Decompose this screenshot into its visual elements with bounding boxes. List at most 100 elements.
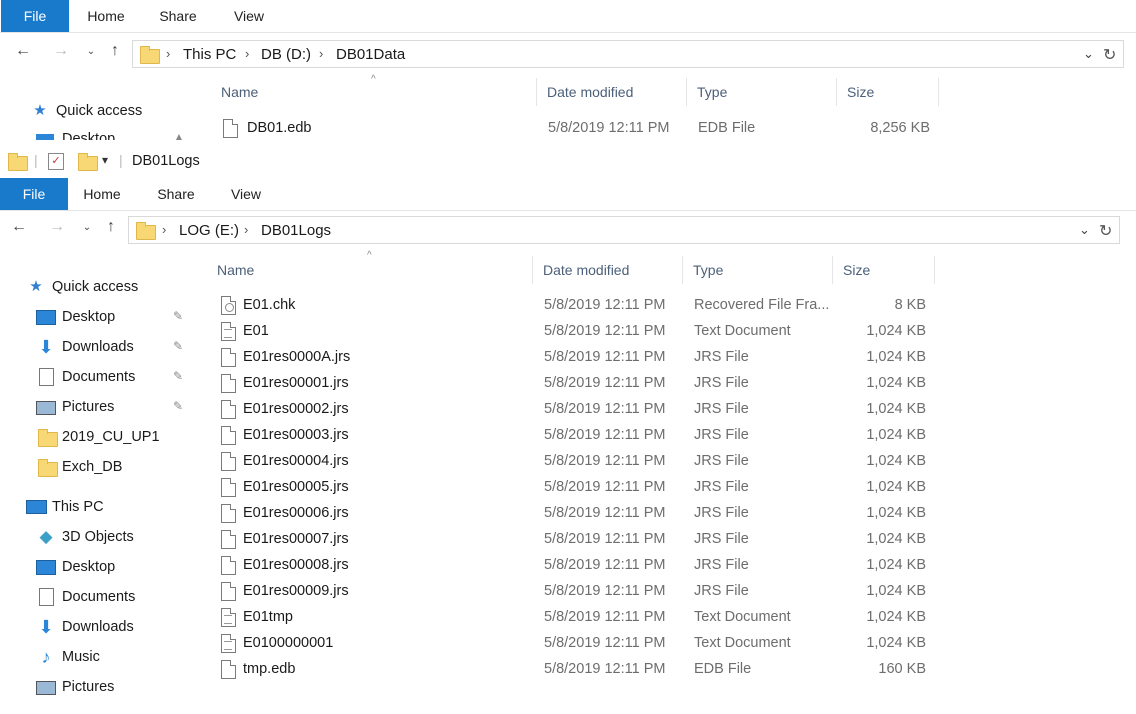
recent-locations-chevron-icon[interactable]: ⌄ bbox=[80, 46, 102, 57]
tab-view[interactable]: View bbox=[222, 0, 276, 32]
nav-downloads[interactable]: ⬇ Downloads ✎ bbox=[0, 334, 195, 362]
customize-toolbar-icon[interactable]: ▾ bbox=[102, 153, 108, 167]
desktop-icon bbox=[36, 308, 56, 326]
music-note-icon: ♪ bbox=[41, 647, 51, 667]
file-row[interactable]: E01res00006.jrs 5/8/2019 12:11 PM JRS Fi… bbox=[217, 501, 937, 527]
address-box[interactable]: › LOG (E:) › DB01Logs ⌄ ↻ bbox=[128, 216, 1120, 244]
column-header-type[interactable]: Type bbox=[689, 78, 837, 106]
forward-arrow-icon[interactable]: → bbox=[46, 218, 68, 236]
tab-share[interactable]: Share bbox=[148, 178, 204, 210]
column-header-size[interactable]: Size bbox=[835, 256, 935, 284]
nav-folder-2019-cu-up1[interactable]: 2019_CU_UP1 bbox=[0, 424, 195, 452]
nav-pictures[interactable]: Pictures ✎ bbox=[0, 394, 195, 422]
file-row[interactable]: E01tmp 5/8/2019 12:11 PM Text Document 1… bbox=[217, 605, 937, 631]
column-header-date[interactable]: Date modified bbox=[539, 78, 687, 106]
nav-pictures-this-pc[interactable]: Pictures bbox=[0, 674, 195, 702]
tab-home[interactable]: Home bbox=[74, 178, 130, 210]
nav-desktop[interactable]: Desktop ✎ bbox=[0, 304, 195, 332]
nav-label: Pictures bbox=[62, 399, 115, 415]
breadcrumb-folder[interactable]: DB01Data bbox=[336, 46, 405, 63]
refresh-icon[interactable]: ↻ bbox=[1103, 45, 1116, 65]
tab-share[interactable]: Share bbox=[150, 0, 206, 32]
breadcrumb-this-pc[interactable]: This PC bbox=[183, 46, 236, 63]
file-row[interactable]: tmp.edb 5/8/2019 12:11 PM EDB File 160 K… bbox=[217, 657, 937, 683]
column-header-size[interactable]: Size bbox=[839, 78, 939, 106]
file-row[interactable]: E01.chk 5/8/2019 12:11 PM Recovered File… bbox=[217, 293, 937, 319]
file-type: EDB File bbox=[694, 661, 752, 677]
desktop-icon bbox=[36, 130, 56, 140]
forward-arrow-icon[interactable]: → bbox=[50, 42, 72, 60]
nav-label: Desktop bbox=[62, 559, 116, 575]
nav-desktop-this-pc[interactable]: Desktop bbox=[0, 554, 195, 582]
file-row[interactable]: E01res00008.jrs 5/8/2019 12:11 PM JRS Fi… bbox=[217, 553, 937, 579]
nav-documents[interactable]: Documents ✎ bbox=[0, 364, 195, 392]
file-row[interactable]: E01res00003.jrs 5/8/2019 12:11 PM JRS Fi… bbox=[217, 423, 937, 449]
breadcrumb-separator-icon[interactable]: › bbox=[319, 46, 323, 61]
address-box[interactable]: › This PC › DB (D:) › DB01Data ⌄ ↻ bbox=[132, 40, 1124, 68]
file-date: 5/8/2019 12:11 PM bbox=[544, 297, 666, 313]
breadcrumb-drive[interactable]: DB (D:) bbox=[261, 46, 311, 63]
file-row[interactable]: DB01.edb 5/8/2019 12:11 PM EDB File 8,25… bbox=[217, 116, 937, 142]
file-row[interactable]: E01res00004.jrs 5/8/2019 12:11 PM JRS Fi… bbox=[217, 449, 937, 475]
sort-ascending-icon: ^ bbox=[371, 74, 376, 85]
breadcrumb-separator-icon[interactable]: › bbox=[244, 222, 248, 237]
file-name: E01res00005.jrs bbox=[243, 479, 349, 495]
nav-label: Downloads bbox=[62, 619, 134, 635]
nav-documents-this-pc[interactable]: Documents bbox=[0, 584, 195, 612]
breadcrumb-separator-icon[interactable]: › bbox=[245, 46, 249, 61]
back-arrow-icon[interactable]: ← bbox=[8, 218, 30, 236]
breadcrumb-drive[interactable]: LOG (E:) bbox=[179, 222, 239, 239]
file-size: 8 KB bbox=[894, 297, 926, 313]
ribbon-tabs: File Home Share View bbox=[0, 178, 1136, 211]
column-header-type[interactable]: Type bbox=[685, 256, 833, 284]
nav-this-pc[interactable]: This PC bbox=[0, 494, 195, 522]
file-row[interactable]: E01res00005.jrs 5/8/2019 12:11 PM JRS Fi… bbox=[217, 475, 937, 501]
breadcrumb-folder[interactable]: DB01Logs bbox=[261, 222, 331, 239]
up-arrow-icon[interactable]: ↑ bbox=[104, 42, 126, 60]
file-row[interactable]: E01res00001.jrs 5/8/2019 12:11 PM JRS Fi… bbox=[217, 371, 937, 397]
nav-folder-exch-db[interactable]: Exch_DB bbox=[0, 454, 195, 482]
file-icon bbox=[221, 374, 236, 393]
tab-file[interactable]: File bbox=[1, 0, 69, 32]
nav-label: Quick access bbox=[56, 103, 143, 119]
file-date: 5/8/2019 12:11 PM bbox=[544, 661, 666, 677]
column-header-date[interactable]: Date modified bbox=[535, 256, 683, 284]
nav-quick-access[interactable]: ★ Quick access bbox=[0, 98, 195, 126]
tab-file[interactable]: File bbox=[0, 178, 68, 210]
breadcrumb-separator-icon[interactable]: › bbox=[162, 222, 166, 237]
file-icon bbox=[221, 296, 236, 315]
nav-downloads-this-pc[interactable]: ⬇ Downloads bbox=[0, 614, 195, 642]
file-row[interactable]: E01 5/8/2019 12:11 PM Text Document 1,02… bbox=[217, 319, 937, 345]
address-dropdown-chevron-icon[interactable]: ⌄ bbox=[1079, 222, 1090, 238]
file-type: JRS File bbox=[694, 583, 749, 599]
recent-locations-chevron-icon[interactable]: ⌄ bbox=[76, 222, 98, 233]
file-size: 1,024 KB bbox=[866, 453, 926, 469]
file-type: Text Document bbox=[694, 323, 791, 339]
file-icon bbox=[221, 452, 236, 471]
documents-icon bbox=[36, 588, 56, 606]
file-row[interactable]: E01res00007.jrs 5/8/2019 12:11 PM JRS Fi… bbox=[217, 527, 937, 553]
explorer-window-db01data: File Home Share View ← → ⌄ ↑ › This PC ›… bbox=[0, 0, 1136, 150]
nav-desktop[interactable]: Desktop ▲ bbox=[0, 126, 195, 140]
breadcrumb-separator-icon[interactable]: › bbox=[166, 46, 170, 61]
properties-icon[interactable]: ✓ bbox=[48, 153, 64, 170]
file-row[interactable]: E01res0000A.jrs 5/8/2019 12:11 PM JRS Fi… bbox=[217, 345, 937, 371]
nav-music[interactable]: ♪ Music bbox=[0, 644, 195, 672]
file-size: 1,024 KB bbox=[866, 375, 926, 391]
sort-ascending-icon: ^ bbox=[367, 250, 372, 261]
tab-home[interactable]: Home bbox=[78, 0, 134, 32]
nav-quick-access[interactable]: ★ Quick access bbox=[0, 274, 195, 302]
file-row[interactable]: E01res00002.jrs 5/8/2019 12:11 PM JRS Fi… bbox=[217, 397, 937, 423]
file-row[interactable]: E01res00009.jrs 5/8/2019 12:11 PM JRS Fi… bbox=[217, 579, 937, 605]
up-arrow-icon[interactable]: ↑ bbox=[100, 218, 122, 236]
refresh-icon[interactable]: ↻ bbox=[1099, 221, 1112, 241]
tab-view[interactable]: View bbox=[219, 178, 273, 210]
nav-3d-objects[interactable]: ◆ 3D Objects bbox=[0, 524, 195, 552]
address-dropdown-chevron-icon[interactable]: ⌄ bbox=[1083, 46, 1094, 62]
file-type: EDB File bbox=[698, 120, 756, 136]
folder-icon bbox=[140, 46, 160, 64]
back-arrow-icon[interactable]: ← bbox=[12, 42, 34, 60]
file-row[interactable]: E0100000001 5/8/2019 12:11 PM Text Docum… bbox=[217, 631, 937, 657]
new-folder-icon[interactable] bbox=[78, 153, 98, 171]
file-size: 1,024 KB bbox=[866, 323, 926, 339]
